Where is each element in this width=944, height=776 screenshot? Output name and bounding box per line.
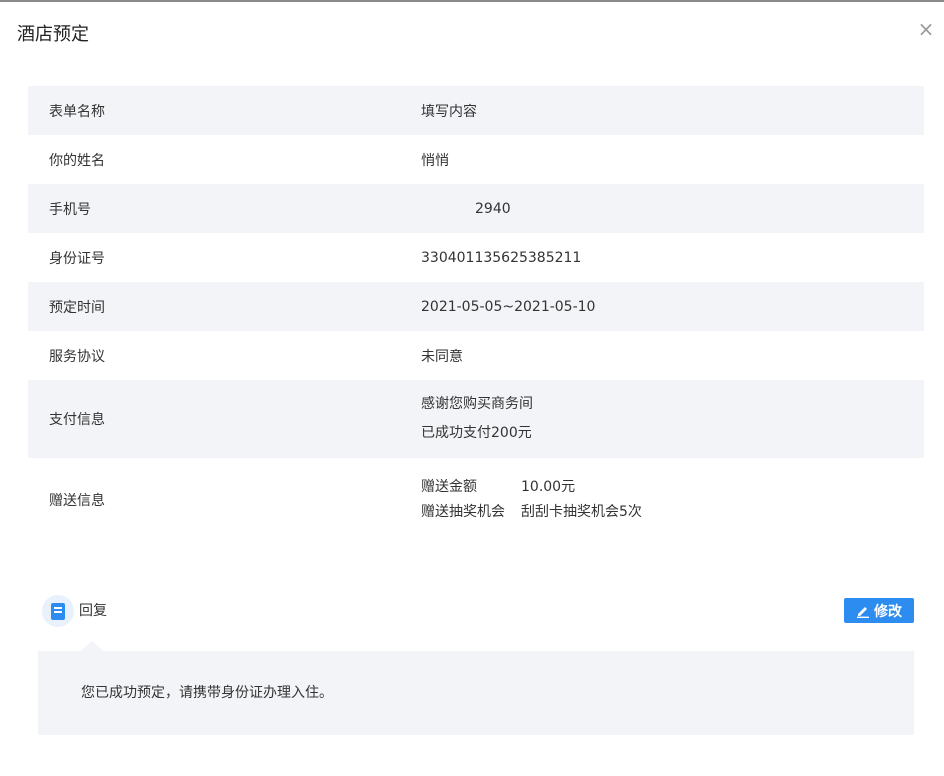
reply-text: 您已成功预定，请携带身份证办理入住。 [81,685,333,701]
table-row: 预定时间 2021-05-05~2021-05-10 [28,282,924,331]
row-label: 手机号 [49,201,91,218]
gift-value: 10.00元 [521,479,576,495]
document-icon [51,602,65,620]
gift-item: 赠送抽奖机会 刮刮卡抽奖机会5次 [421,500,924,525]
table-row: 你的姓名 悄悄 [28,135,924,184]
row-label: 支付信息 [49,412,105,428]
payment-line: 感谢您购买商务间 [421,396,533,412]
row-value: 330401135625385211 [421,249,582,266]
table-row: 手机号 2940 [28,184,924,233]
reply-box: 您已成功预定，请携带身份证办理入住。 [38,641,914,735]
table-row: 服务协议 未同意 [28,331,924,380]
row-label: 服务协议 [49,348,105,365]
top-border [0,0,944,2]
payment-lines: 感谢您购买商务间 已成功支付200元 [421,390,924,448]
table-row-payment: 支付信息 感谢您购买商务间 已成功支付200元 [28,380,924,458]
form-table: 表单名称 填写内容 你的姓名 悄悄 手机号 2940 身份证号 33040113… [28,86,924,542]
header-label: 表单名称 [49,103,105,120]
row-label: 你的姓名 [49,152,105,169]
gift-items: 赠送金额 10.00元 赠送抽奖机会 刮刮卡抽奖机会5次 [421,475,924,525]
gift-key: 赠送抽奖机会 [421,504,505,520]
header-value: 填写内容 [421,103,477,120]
payment-line: 已成功支付200元 [421,425,532,441]
row-label: 预定时间 [49,299,105,316]
reply-icon [42,595,74,627]
edit-button[interactable]: 修改 [844,598,914,623]
pencil-icon [857,606,869,618]
close-icon[interactable]: × [917,19,935,39]
row-value: 未同意 [421,348,463,365]
edit-button-label: 修改 [874,603,902,620]
row-value: 2021-05-05~2021-05-10 [421,298,596,315]
row-label: 身份证号 [49,250,105,267]
row-value: 悄悄 [421,152,449,169]
table-header-row: 表单名称 填写内容 [28,86,924,135]
gift-key: 赠送金额 [421,479,477,495]
table-row: 身份证号 330401135625385211 [28,233,924,282]
row-value: 2940 [475,200,511,217]
gift-item: 赠送金额 10.00元 [421,475,924,500]
dialog-title: 酒店预定 [17,24,89,45]
gift-value: 刮刮卡抽奖机会5次 [521,504,642,520]
table-row-gift: 赠送信息 赠送金额 10.00元 赠送抽奖机会 刮刮卡抽奖机会5次 [28,458,924,542]
reply-label: 回复 [79,603,107,619]
row-label: 赠送信息 [49,493,105,509]
